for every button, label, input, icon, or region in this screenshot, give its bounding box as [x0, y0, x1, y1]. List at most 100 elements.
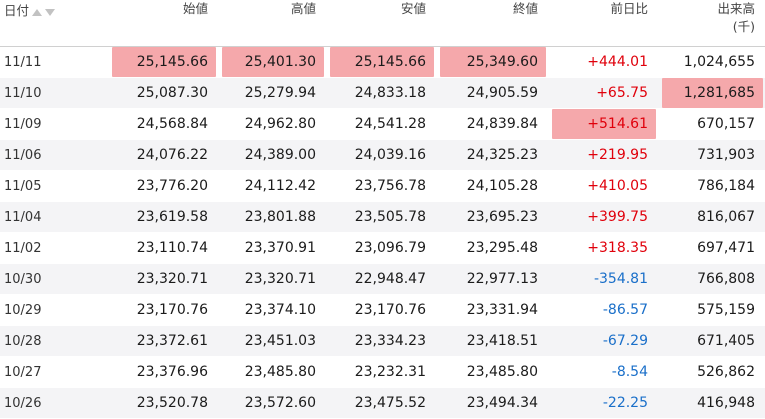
open-value: 23,776.20: [136, 178, 208, 194]
low-value: 24,833.18: [354, 85, 426, 101]
column-header-date-label: 日付: [4, 3, 30, 18]
header-row: 日付 始値 高値 安値 終値 前日比 出来高 (千): [0, 0, 765, 47]
cell-close: 23,494.34: [436, 387, 548, 419]
open-value: 23,619.58: [136, 209, 208, 225]
change-value: +65.75: [596, 85, 648, 101]
table-row: 10/26 23,520.78 23,572.60 23,475.52 23,494.3…: [0, 387, 765, 419]
price-history-table: 日付 始値 高値 安値 終値 前日比 出来高 (千) 11/11 25,145.6…: [0, 0, 765, 419]
change-value: +410.05: [587, 178, 648, 194]
open-value: 25,087.30: [136, 85, 208, 101]
table-row: 11/09 24,568.84 24,962.80 24,541.28 24,839.8…: [0, 108, 765, 140]
volume-value: 670,157: [697, 116, 755, 132]
volume-value: 731,903: [697, 147, 755, 163]
cell-low: 23,475.52: [326, 387, 436, 419]
cell-change: -86.57: [548, 294, 658, 326]
close-value: 24,839.84: [466, 116, 538, 132]
cell-high: 23,572.60: [218, 387, 326, 419]
cell-low: 22,948.47: [326, 263, 436, 295]
low-value: 23,505.78: [354, 209, 426, 225]
cell-change: -354.81: [548, 263, 658, 295]
column-header-low-label: 安値: [400, 1, 426, 16]
cell-change: +399.75: [548, 201, 658, 233]
cell-open: 24,568.84: [108, 108, 218, 140]
volume-value: 575,159: [697, 302, 755, 318]
open-value: 24,076.22: [136, 147, 208, 163]
cell-close: 23,418.51: [436, 325, 548, 357]
column-header-open: 始値: [108, 0, 218, 47]
change-value: -86.57: [602, 302, 648, 318]
cell-open: 25,087.30: [108, 77, 218, 109]
cell-high: 23,451.03: [218, 325, 326, 357]
volume-value: 697,471: [697, 240, 755, 256]
cell-close: 23,331.94: [436, 294, 548, 326]
cell-high: 23,801.88: [218, 201, 326, 233]
cell-change: -22.25: [548, 387, 658, 419]
cell-date: 11/10: [0, 77, 108, 109]
column-header-date: 日付: [0, 0, 108, 47]
close-value: 23,331.94: [466, 302, 538, 318]
change-value: +444.01: [587, 54, 648, 70]
cell-high: 25,279.94: [218, 77, 326, 109]
cell-close: 24,905.59: [436, 77, 548, 109]
cell-date: 10/26: [0, 387, 108, 419]
column-header-high-label: 高値: [290, 1, 316, 16]
cell-open: 23,376.96: [108, 356, 218, 388]
table-row: 10/28 23,372.61 23,451.03 23,334.23 23,418.5…: [0, 325, 765, 357]
column-header-change-label: 前日比: [610, 1, 648, 16]
low-value: 24,541.28: [354, 116, 426, 132]
close-value: 23,485.80: [466, 364, 538, 380]
cell-change: +514.61: [548, 108, 658, 140]
sort-descending-icon[interactable]: [45, 9, 56, 16]
close-value: 24,105.28: [466, 178, 538, 194]
cell-low: 25,145.66: [326, 46, 436, 78]
column-header-open-label: 始値: [182, 1, 208, 16]
cell-volume: 526,862: [658, 356, 765, 388]
open-value: 23,110.74: [136, 240, 208, 256]
cell-low: 23,096.79: [326, 232, 436, 264]
cell-change: +444.01: [548, 46, 658, 78]
cell-high: 24,389.00: [218, 139, 326, 171]
low-value: 23,232.31: [354, 364, 426, 380]
low-value: 23,170.76: [354, 302, 426, 318]
volume-value: 1,281,685: [662, 78, 763, 108]
sort-toggle[interactable]: [32, 4, 58, 19]
open-value: 23,320.71: [136, 271, 208, 287]
table-row: 10/27 23,376.96 23,485.80 23,232.31 23,485.8…: [0, 356, 765, 388]
cell-date: 11/04: [0, 201, 108, 233]
cell-open: 23,520.78: [108, 387, 218, 419]
high-value: 25,279.94: [244, 85, 316, 101]
low-value: 23,756.78: [354, 178, 426, 194]
cell-open: 23,170.76: [108, 294, 218, 326]
cell-change: +318.35: [548, 232, 658, 264]
cell-open: 23,372.61: [108, 325, 218, 357]
change-value: -22.25: [602, 395, 648, 411]
cell-date: 11/06: [0, 139, 108, 171]
cell-low: 23,334.23: [326, 325, 436, 357]
cell-open: 23,776.20: [108, 170, 218, 202]
high-value: 23,485.80: [244, 364, 316, 380]
cell-change: -67.29: [548, 325, 658, 357]
cell-close: 23,295.48: [436, 232, 548, 264]
close-value: 22,977.13: [466, 271, 538, 287]
cell-volume: 786,184: [658, 170, 765, 202]
cell-high: 25,401.30: [218, 46, 326, 78]
close-value: 24,325.23: [466, 147, 538, 163]
cell-volume: 671,405: [658, 325, 765, 357]
cell-high: 23,370.91: [218, 232, 326, 264]
cell-high: 24,962.80: [218, 108, 326, 140]
volume-value: 671,405: [697, 333, 755, 349]
table-header: 日付 始値 高値 安値 終値 前日比 出来高 (千): [0, 0, 765, 47]
cell-date: 11/09: [0, 108, 108, 140]
cell-high: 23,374.10: [218, 294, 326, 326]
volume-value: 1,024,655: [683, 54, 755, 70]
sort-ascending-icon[interactable]: [32, 9, 43, 16]
cell-volume: 766,808: [658, 263, 765, 295]
column-header-volume: 出来高 (千): [658, 0, 765, 47]
low-value: 25,145.66: [330, 47, 434, 77]
high-value: 23,374.10: [244, 302, 316, 318]
high-value: 24,112.42: [244, 178, 316, 194]
table-row: 11/06 24,076.22 24,389.00 24,039.16 24,325.2…: [0, 139, 765, 171]
change-value: +219.95: [587, 147, 648, 163]
low-value: 23,475.52: [354, 395, 426, 411]
open-value: 23,170.76: [136, 302, 208, 318]
